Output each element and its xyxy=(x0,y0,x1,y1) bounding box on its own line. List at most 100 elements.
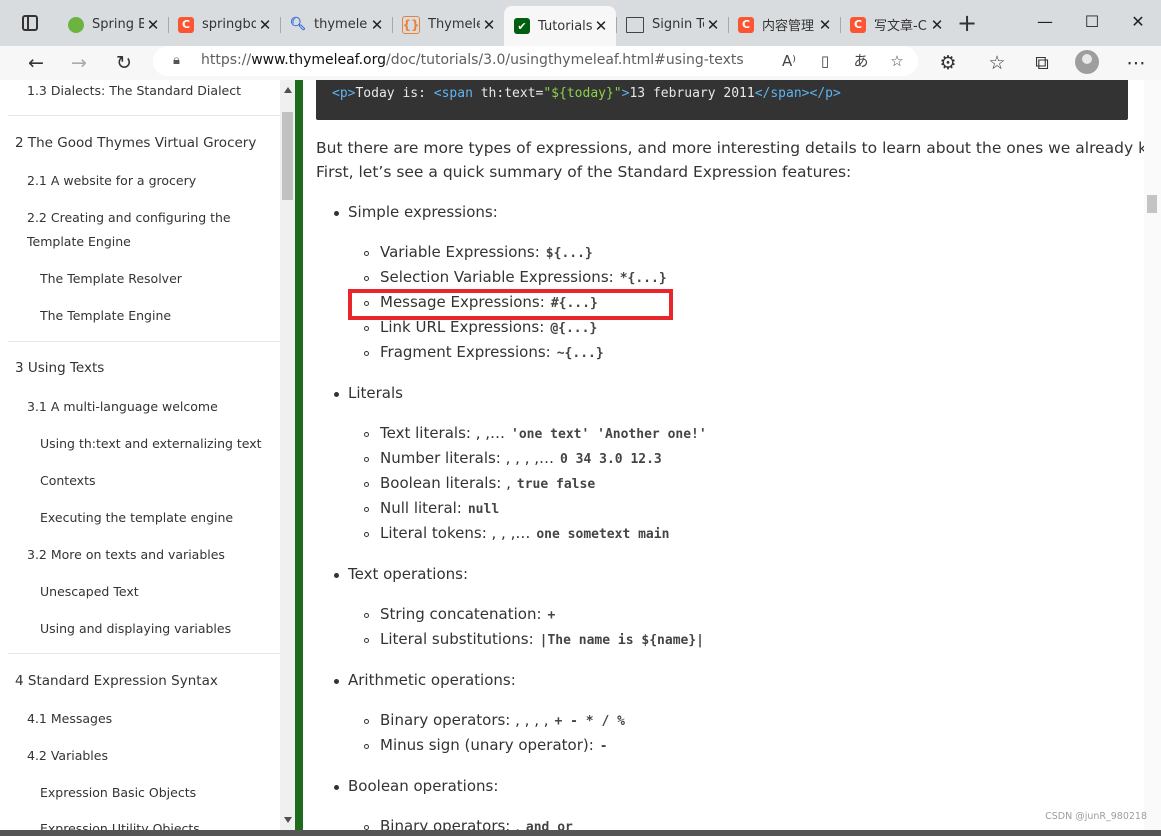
feature-item: Variable Expressions: ${...} xyxy=(380,243,593,261)
minimize-icon[interactable]: — xyxy=(1030,10,1060,34)
watermark: CSDN @junR_980218 xyxy=(1045,811,1147,822)
feature-group-label: Simple expressions: xyxy=(348,203,498,221)
maximize-icon[interactable]: ☐ xyxy=(1077,10,1107,34)
address-bar[interactable]: 🔒︎ https://www.thymeleaf.org/doc/tutoria… xyxy=(153,46,918,76)
feature-item: Number literals: , , , ,… 0 34 3.0 12.3 xyxy=(380,449,662,467)
refresh-icon[interactable]: ↻ xyxy=(110,49,138,77)
feature-group-label: Literals xyxy=(348,384,403,402)
tab-title: Tutorials xyxy=(538,18,592,34)
toc-item[interactable]: 4 Standard Expression Syntax xyxy=(15,673,218,689)
page-scrollbar-thumb[interactable] xyxy=(1147,195,1157,213)
tab-title: Signin Te xyxy=(652,17,704,32)
toc-item[interactable]: The Template Engine xyxy=(40,308,171,323)
circle-bullet-icon xyxy=(364,251,369,256)
avatar[interactable] xyxy=(1075,50,1099,74)
tab-signin[interactable]: Signin Te ✕ xyxy=(616,9,728,40)
tab-content-manage[interactable]: C 内容管理 ✕ xyxy=(728,9,840,40)
toc-item[interactable]: Using and displaying variables xyxy=(40,621,231,636)
toc-item[interactable]: Template Engine xyxy=(27,234,131,249)
table-of-contents: 1.3 Dialects: The Standard Dialect 2 The… xyxy=(8,80,280,830)
collections-icon[interactable]: ⧉ xyxy=(1028,49,1056,77)
spring-icon xyxy=(68,16,84,33)
csdn-icon: C xyxy=(178,16,194,33)
toc-item[interactable]: 1.3 Dialects: The Standard Dialect xyxy=(27,83,241,98)
close-icon[interactable]: ✕ xyxy=(816,16,834,34)
toc-item[interactable]: 4.2 Variables xyxy=(27,748,108,763)
extensions-icon[interactable]: ⚙ xyxy=(934,49,962,77)
toc-divider xyxy=(8,341,280,342)
tab-springboot-csdn[interactable]: C springbo ✕ xyxy=(168,9,280,40)
code-block: <p>Today is: <span th:text="${today}">13… xyxy=(316,80,1128,120)
toc-item[interactable]: Expression Utility Objects xyxy=(40,821,200,830)
toc-item[interactable]: 3.2 More on texts and variables xyxy=(27,547,225,562)
lock-icon[interactable]: 🔒︎ xyxy=(173,53,180,68)
toc-item[interactable]: 3 Using Texts xyxy=(15,360,104,376)
more-menu-icon[interactable]: ⋯ xyxy=(1122,49,1150,77)
feature-item: Null literal: null xyxy=(380,499,500,517)
tab-title: Spring B xyxy=(92,17,144,32)
tab-spring-boot[interactable]: Spring B ✕ xyxy=(58,9,168,40)
feature-group-label: Arithmetic operations: xyxy=(348,671,516,689)
feature-item: Binary operators: , and or xyxy=(380,817,573,830)
close-icon[interactable]: ✕ xyxy=(256,16,274,34)
bullet-icon xyxy=(334,392,339,397)
feature-item: Boolean literals: , true false xyxy=(380,474,596,492)
page-scrollbar[interactable] xyxy=(1144,80,1161,830)
new-tab-icon[interactable]: + xyxy=(955,10,979,36)
back-icon[interactable]: ← xyxy=(22,49,50,77)
translate-icon[interactable]: あ xyxy=(849,49,873,73)
scroll-up-icon[interactable] xyxy=(284,87,292,93)
scroll-down-icon[interactable] xyxy=(284,817,292,823)
tab-thymeleaf-code[interactable]: {} Thymele ✕ xyxy=(392,9,504,40)
tab-title: 内容管理 xyxy=(762,19,815,34)
read-aloud-icon[interactable]: A⁾ xyxy=(777,49,801,73)
tab-tutorials[interactable]: ✔ Tutorials ✕ xyxy=(504,6,616,46)
feature-item: Minus sign (unary operator): - xyxy=(380,736,608,754)
toc-item[interactable]: Using th:text and externalizing text xyxy=(40,436,262,451)
close-icon[interactable]: ✕ xyxy=(144,16,162,34)
toc-item[interactable]: 4.1 Messages xyxy=(27,711,112,726)
feature-group-label: Text operations: xyxy=(348,565,468,583)
circle-bullet-icon xyxy=(364,326,369,331)
circle-bullet-icon xyxy=(364,482,369,487)
toc-item[interactable]: Contexts xyxy=(40,473,95,488)
favorites-icon[interactable]: ☆ xyxy=(983,49,1011,77)
vertical-tabs-icon[interactable] xyxy=(22,15,38,31)
circle-bullet-icon xyxy=(364,744,369,749)
content-accent-bar xyxy=(295,80,303,830)
close-icon[interactable]: ✕ xyxy=(592,17,610,35)
circle-bullet-icon xyxy=(364,507,369,512)
toc-item[interactable]: 2.2 Creating and configuring the xyxy=(27,210,231,225)
toc-scrollbar-thumb[interactable] xyxy=(282,112,293,200)
toc-item[interactable]: 2.1 A website for a grocery xyxy=(27,173,196,188)
immersive-reader-icon[interactable]: ▯ xyxy=(813,49,837,73)
url-text[interactable]: https://www.thymeleaf.org/doc/tutorials/… xyxy=(201,52,744,68)
csdn-icon: C xyxy=(738,16,754,33)
tab-title: Thymele xyxy=(428,17,480,32)
add-favorite-icon[interactable]: ☆ xyxy=(885,49,909,73)
toc-item[interactable]: Unescaped Text xyxy=(40,584,139,599)
circle-bullet-icon xyxy=(364,457,369,462)
close-window-icon[interactable]: ✕ xyxy=(1123,10,1153,34)
tab-title: springbo xyxy=(202,17,256,32)
toc-item[interactable]: 2 The Good Thymes Virtual Grocery xyxy=(15,135,256,151)
forward-icon[interactable]: → xyxy=(65,49,93,77)
circle-bullet-icon xyxy=(364,638,369,643)
close-icon[interactable]: ✕ xyxy=(928,16,946,34)
tab-thymeleaf-search[interactable]: 🔍︎ thymelea ✕ xyxy=(280,9,392,40)
close-icon[interactable]: ✕ xyxy=(704,16,722,34)
desktop-background xyxy=(0,830,1161,836)
toc-item[interactable]: 3.1 A multi-language welcome xyxy=(27,399,218,414)
circle-bullet-icon xyxy=(364,719,369,724)
close-icon[interactable]: ✕ xyxy=(480,16,498,34)
feature-item: Binary operators: , , , , + - * / % xyxy=(380,711,625,729)
toc-item[interactable]: Expression Basic Objects xyxy=(40,785,196,800)
close-icon[interactable]: ✕ xyxy=(368,16,386,34)
toc-divider xyxy=(8,115,280,116)
toc-scrollbar[interactable] xyxy=(280,80,295,830)
page-viewport: 1.3 Dialects: The Standard Dialect 2 The… xyxy=(0,80,1161,830)
bullet-icon xyxy=(334,679,339,684)
toc-item[interactable]: The Template Resolver xyxy=(40,271,182,286)
toc-item[interactable]: Executing the template engine xyxy=(40,510,233,525)
tab-write-article[interactable]: C 写文章-C ✕ xyxy=(840,9,952,40)
